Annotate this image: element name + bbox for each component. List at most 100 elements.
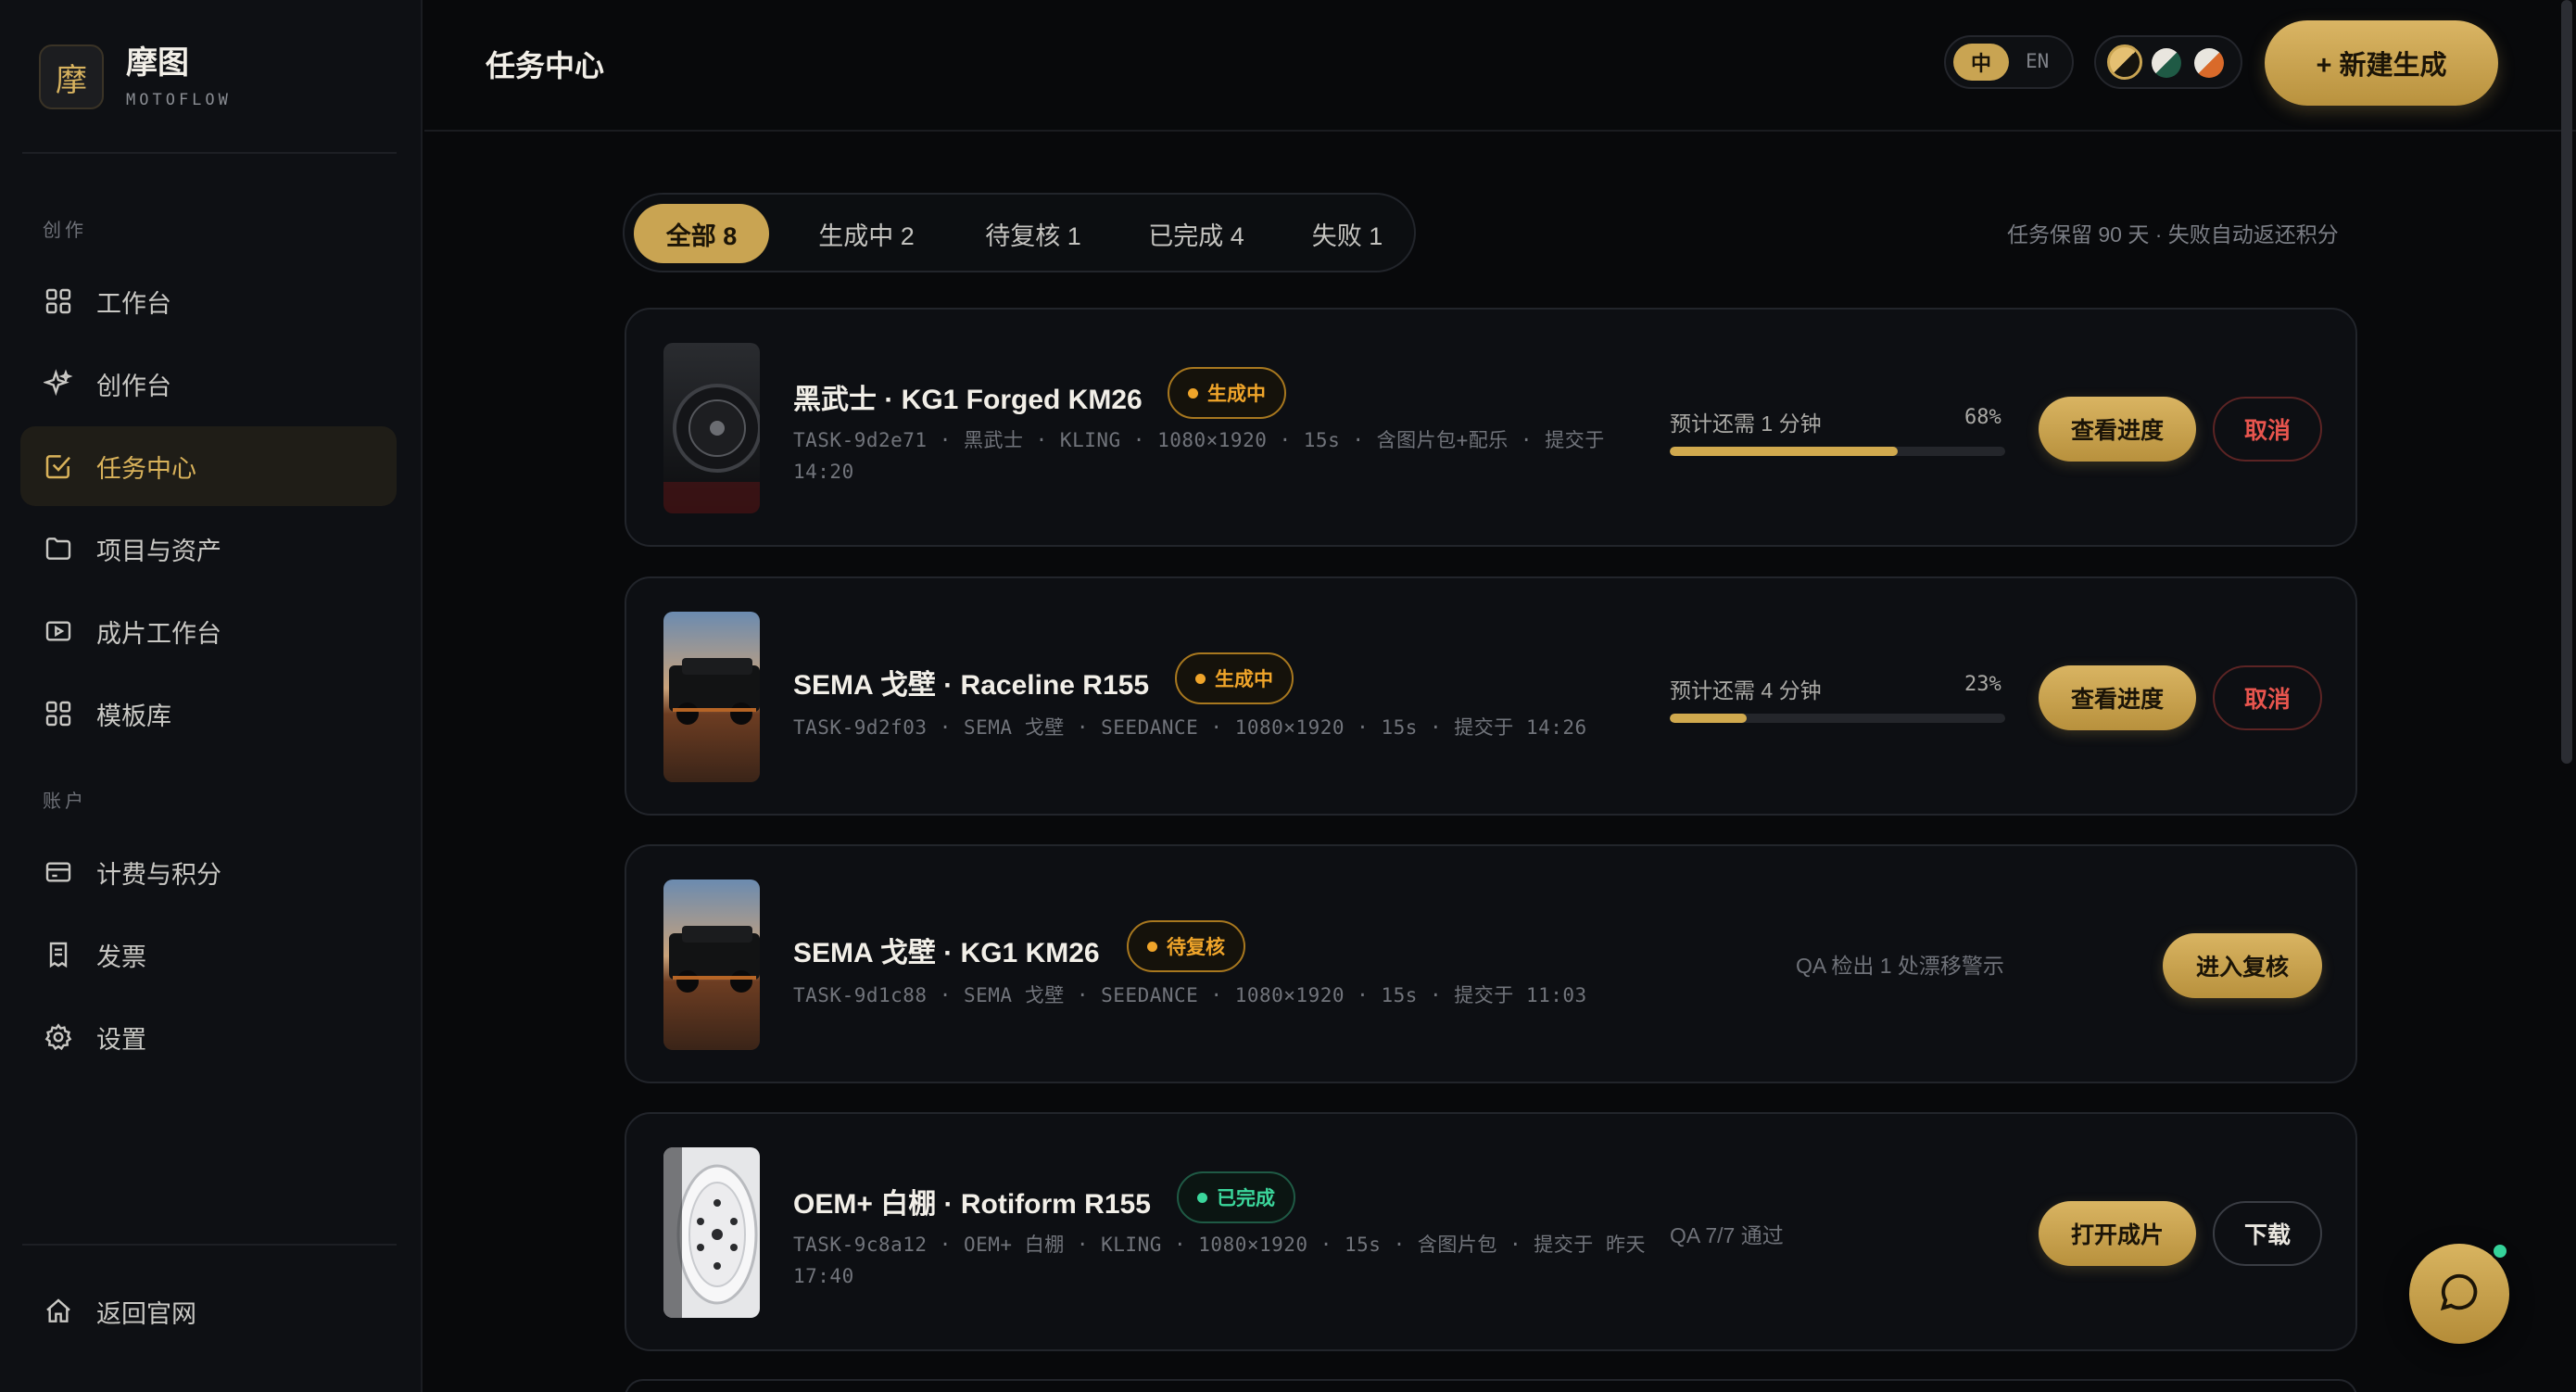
- card-icon: [43, 856, 74, 888]
- tab-pending-review[interactable]: 待复核 1: [956, 204, 1110, 263]
- enter-review-button[interactable]: 进入复核: [2163, 933, 2322, 998]
- grid-icon: [43, 698, 74, 729]
- task-meta: TASK-9d2e71 · 黑武士 · KLING · 1080×1920 · …: [793, 429, 1605, 483]
- sidebar-item-settings[interactable]: 设置: [20, 997, 397, 1077]
- progress-percent: 23%: [1964, 673, 2001, 696]
- status-dot: [1188, 387, 1198, 399]
- tab-completed[interactable]: 已完成 4: [1119, 204, 1273, 263]
- retention-note: 任务保留 90 天 · 失败自动返还积分: [2007, 222, 2339, 247]
- sidebar-item-templates[interactable]: 模板库: [20, 674, 397, 753]
- sidebar-item-label: 模板库: [96, 702, 171, 730]
- sidebar-item-label: 成片工作台: [96, 619, 221, 648]
- back-home-label: 返回官网: [96, 1299, 196, 1328]
- tab-all[interactable]: 全部 8: [634, 204, 769, 263]
- status-badge: 已完成: [1177, 1171, 1295, 1223]
- task-title: OEM+ 白棚 · Rotiform R155: [793, 1189, 1151, 1220]
- back-home-link[interactable]: 返回官网: [20, 1272, 397, 1351]
- receipt-icon: [43, 939, 74, 970]
- status-badge: 生成中: [1168, 367, 1286, 419]
- sidebar: 摩 摩图 MOTOFLOW 创作 工作台 创作台 任务中心 项目与资产 成片工作…: [0, 0, 423, 1392]
- sidebar-section-create: 创作: [43, 221, 87, 241]
- brand[interactable]: 摩 摩图 MOTOFLOW: [39, 44, 232, 109]
- sidebar-divider: [22, 152, 397, 154]
- new-generation-button[interactable]: + 新建生成: [2265, 20, 2498, 106]
- status-badge: 生成中: [1175, 652, 1294, 704]
- qa-warning-note: QA 检出 1 处漂移警示: [1796, 954, 2004, 978]
- theme-orange-option[interactable]: [2194, 48, 2224, 78]
- download-button[interactable]: 下载: [2213, 1201, 2322, 1266]
- task-card[interactable]: SEMA 戈壁 · KG1 KM26 待复核 TASK-9d1c88 · SEM…: [625, 844, 2357, 1083]
- task-thumbnail: [663, 343, 760, 513]
- tab-generating[interactable]: 生成中 2: [789, 204, 943, 263]
- sidebar-item-label: 项目与资产: [96, 537, 221, 565]
- brand-logo: 摩: [39, 44, 104, 109]
- sidebar-item-label: 设置: [96, 1025, 146, 1054]
- top-header: 任务中心 中 EN + 新建生成: [424, 0, 2576, 132]
- qa-pass-note: QA 7/7 通过: [1670, 1223, 1784, 1247]
- lang-zh-option[interactable]: 中: [1953, 44, 2009, 81]
- cancel-button[interactable]: 取消: [2213, 665, 2322, 730]
- brand-name: 摩图: [126, 45, 189, 81]
- tab-failed[interactable]: 失败 1: [1282, 204, 1412, 263]
- cancel-button[interactable]: 取消: [2213, 397, 2322, 462]
- sidebar-section-account: 账户: [43, 791, 87, 812]
- chat-bubble-icon: [2438, 1271, 2481, 1318]
- sidebar-item-final-cut[interactable]: 成片工作台: [20, 591, 397, 671]
- status-dot: [1195, 673, 1206, 684]
- sidebar-item-projects[interactable]: 项目与资产: [20, 509, 397, 588]
- task-title: SEMA 戈壁 · Raceline R155: [793, 670, 1150, 701]
- open-final-button[interactable]: 打开成片: [2039, 1201, 2196, 1266]
- status-filter-tabs: 全部 8 生成中 2 待复核 1 已完成 4 失败 1: [623, 193, 1416, 272]
- folder-icon: [43, 533, 74, 564]
- checkbox-icon: [43, 450, 74, 482]
- eta-text: 预计还需 4 分钟: [1670, 678, 1822, 702]
- progress-fill: [1670, 714, 1748, 723]
- theme-green-option[interactable]: [2152, 48, 2181, 78]
- task-thumbnail: [663, 612, 760, 782]
- status-dot: [1197, 1192, 1207, 1203]
- lang-en-option[interactable]: EN: [2026, 50, 2049, 72]
- eta-text: 预计还需 1 分钟: [1670, 411, 1822, 436]
- sidebar-item-label: 计费与积分: [96, 860, 221, 889]
- sidebar-item-workbench[interactable]: 工作台: [20, 261, 397, 341]
- progress-bar: [1670, 447, 2005, 456]
- sidebar-item-studio[interactable]: 创作台: [20, 344, 397, 424]
- task-card[interactable]: SEMA 戈壁 · Raceline R155 生成中 TASK-9d2f03 …: [625, 576, 2357, 816]
- task-card[interactable]: OEM+ 白棚 · Rotiform R155 已完成 TASK-9c8a12 …: [625, 1112, 2357, 1351]
- task-meta: TASK-9d1c88 · SEMA 戈壁 · SEEDANCE · 1080×…: [793, 984, 1587, 1006]
- theme-gold-option[interactable]: [2107, 44, 2142, 80]
- sparkle-icon: [43, 368, 74, 399]
- status-dot: [1147, 941, 1157, 952]
- sidebar-divider: [22, 1244, 397, 1246]
- scrollbar[interactable]: [2561, 0, 2572, 764]
- progress-bar: [1670, 714, 2005, 723]
- task-card[interactable]: 黑武士 · KG1 Forged KM26 生成中 TASK-9d2e71 · …: [625, 308, 2357, 547]
- task-card[interactable]: [625, 1379, 2357, 1392]
- progress-percent: 68%: [1964, 406, 2001, 429]
- online-indicator: [2491, 1242, 2509, 1260]
- task-thumbnail: [663, 879, 760, 1050]
- view-progress-button[interactable]: 查看进度: [2039, 665, 2196, 730]
- language-toggle[interactable]: 中 EN: [1944, 35, 2074, 89]
- sidebar-item-label: 工作台: [96, 289, 171, 318]
- status-badge: 待复核: [1127, 920, 1245, 972]
- brand-subtitle: MOTOFLOW: [126, 91, 232, 109]
- progress-fill: [1670, 447, 1899, 456]
- home-icon: [43, 1296, 74, 1327]
- sidebar-item-label: 创作台: [96, 372, 171, 400]
- sidebar-item-invoice[interactable]: 发票: [20, 915, 397, 994]
- sidebar-item-task-center[interactable]: 任务中心: [20, 426, 397, 506]
- sidebar-item-label: 发票: [96, 943, 146, 971]
- play-icon: [43, 615, 74, 647]
- grid-icon: [43, 285, 74, 317]
- gear-icon: [43, 1021, 74, 1053]
- task-meta: TASK-9d2f03 · SEMA 戈壁 · SEEDANCE · 1080×…: [793, 716, 1587, 739]
- view-progress-button[interactable]: 查看进度: [2039, 397, 2196, 462]
- task-meta: TASK-9c8a12 · OEM+ 白棚 · KLING · 1080×192…: [793, 1234, 1646, 1287]
- sidebar-item-billing[interactable]: 计费与积分: [20, 832, 397, 912]
- task-title: SEMA 戈壁 · KG1 KM26: [793, 938, 1100, 968]
- sidebar-item-label: 任务中心: [96, 454, 196, 483]
- task-title: 黑武士 · KG1 Forged KM26: [793, 385, 1143, 415]
- page-title: 任务中心: [486, 49, 605, 82]
- theme-toggle[interactable]: [2094, 35, 2242, 89]
